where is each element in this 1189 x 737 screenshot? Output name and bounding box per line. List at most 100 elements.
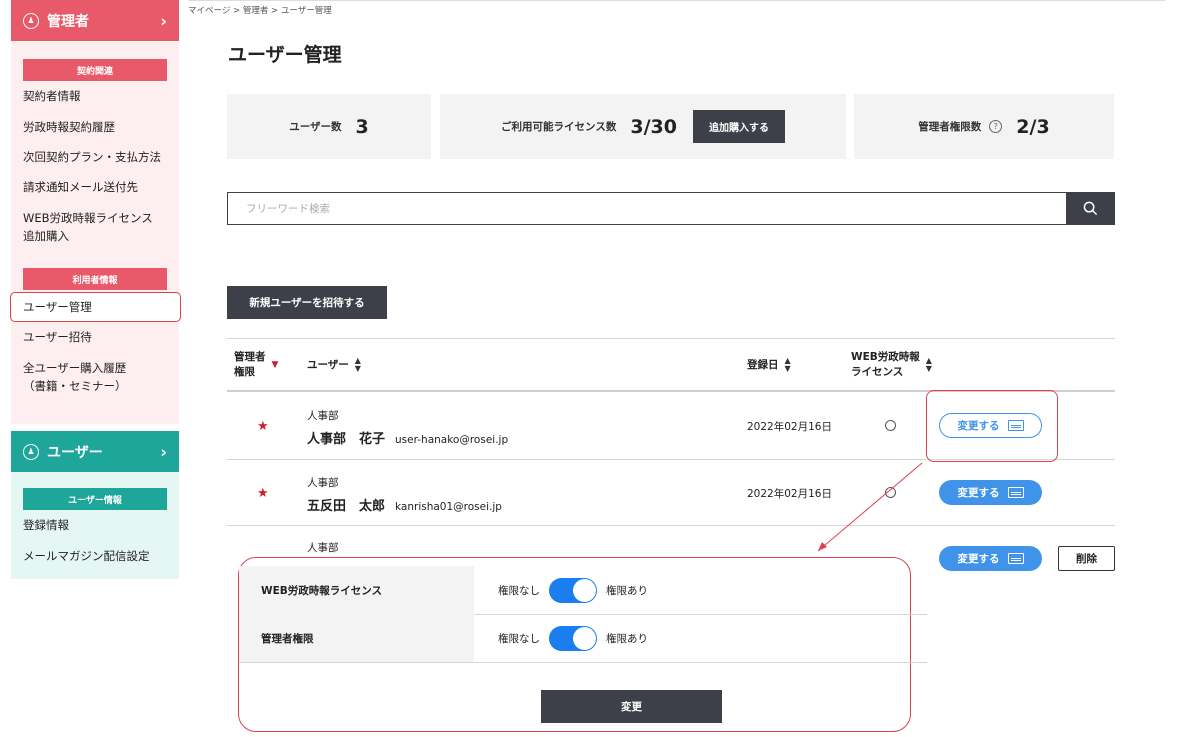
user-name: 人事部 花子 user-hanako@rosei.jp	[307, 428, 508, 447]
sort-toggle-icon[interactable]: ▲ ▼	[355, 357, 361, 373]
chevron-right-icon: ›	[160, 11, 167, 30]
window-icon	[1007, 487, 1024, 498]
stat-admin-count: 管理者権限数 ? 2/3	[854, 94, 1114, 159]
column-header-license-line1: WEB労政時報	[851, 351, 920, 363]
sidebar-user-title: ユーザー	[47, 444, 103, 461]
column-header-license[interactable]: WEB労政時報 ライセンス ▲ ▼	[851, 350, 932, 380]
column-header-admin-line2: 権限	[234, 366, 255, 378]
apply-change-button[interactable]: 変更	[541, 690, 722, 723]
sidebar-category-contract: 契約関連	[23, 59, 167, 81]
callout-highlight	[926, 390, 1058, 462]
permission-popup: WEB労政時報ライセンス 権限なし 権限あり 管理者権限 権限なし 権限あり 変…	[238, 557, 927, 732]
breadcrumb: マイページ > 管理者 > ユーザー管理	[188, 6, 332, 16]
license-toggle-group: 権限なし 権限あり	[498, 566, 648, 614]
admin-toggle-group: 権限なし 権限あり	[498, 614, 648, 662]
row-divider	[227, 525, 1115, 526]
sidebar-admin-header[interactable]: ♟ 管理者 ›	[11, 0, 179, 41]
header-divider	[188, 0, 1165, 1]
admin-toggle-switch[interactable]	[549, 625, 597, 651]
stat-user-count: ユーザー数 3	[227, 94, 431, 159]
help-icon[interactable]: ?	[989, 120, 1003, 133]
toggle-knob	[573, 578, 596, 602]
buy-license-button[interactable]: 追加購入する	[692, 110, 785, 143]
table-top-border	[227, 338, 1115, 339]
column-header-date[interactable]: 登録日 ▲ ▼	[747, 357, 791, 373]
user-name-text: 五反田 太郎	[307, 499, 386, 514]
license-circle-icon	[885, 487, 896, 498]
column-header-admin-line1: 管理者	[234, 351, 266, 363]
popup-divider	[239, 662, 927, 663]
toggle-knob	[573, 626, 596, 650]
change-button[interactable]: 変更する	[939, 480, 1042, 505]
chevron-right-icon: ›	[160, 442, 167, 461]
column-header-admin[interactable]: 管理者 権限 ▼	[234, 350, 278, 380]
stat-license-value: 3/30	[630, 115, 677, 138]
license-circle-icon	[885, 420, 896, 431]
user-name: 五反田 太郎 kanrisha01@rosei.jp	[307, 495, 502, 514]
sidebar-item-web-license-line1: WEB労政時報ライセンス	[23, 211, 153, 225]
stat-admin-label: 管理者権限数	[918, 121, 982, 133]
popup-row-admin: 管理者権限 権限なし 権限あり	[239, 614, 927, 662]
stat-user-count-label: ユーザー数	[289, 121, 342, 133]
toggle-on-label: 権限あり	[606, 632, 648, 645]
admin-star-icon: ★	[257, 419, 269, 434]
delete-button[interactable]: 削除	[1058, 546, 1115, 571]
column-header-user[interactable]: ユーザー ▲ ▼	[307, 357, 361, 373]
stat-license-label: ご利用可能ライセンス数	[501, 121, 617, 133]
toggle-off-label: 権限なし	[498, 632, 540, 645]
column-header-date-label: 登録日	[747, 358, 779, 371]
search-icon	[1083, 201, 1097, 216]
admin-user-icon: ♟	[23, 12, 39, 29]
toggle-on-label: 権限あり	[606, 584, 648, 597]
search-button[interactable]	[1066, 193, 1114, 224]
sidebar-item-registration[interactable]: 登録情報	[23, 516, 69, 534]
sort-toggle-icon[interactable]: ▲ ▼	[785, 357, 791, 373]
search-bar	[227, 192, 1115, 225]
user-department: 人事部	[307, 410, 339, 422]
sidebar-category-users: 利用者情報	[23, 268, 167, 290]
sidebar-item-contract-history[interactable]: 労政時報契約履歴	[23, 118, 115, 136]
sort-desc-icon[interactable]: ▼	[272, 361, 279, 370]
sidebar-admin-title: 管理者	[47, 13, 89, 30]
sidebar-item-web-license-line2: 追加購入	[23, 229, 69, 243]
popup-label-admin: 管理者権限	[239, 614, 474, 662]
sidebar-item-purchase-history-line1: 全ユーザー購入履歴	[23, 361, 127, 375]
popup-row-license: WEB労政時報ライセンス 権限なし 権限あり	[239, 566, 927, 614]
column-header-license-line2: ライセンス	[851, 366, 904, 378]
toggle-off-label: 権限なし	[498, 584, 540, 597]
change-button[interactable]: 変更する	[939, 546, 1042, 571]
column-header-user-label: ユーザー	[307, 358, 349, 371]
window-icon	[1007, 553, 1024, 564]
sidebar-category-user-info: ユーザー情報	[23, 488, 167, 510]
admin-star-icon: ★	[257, 486, 269, 501]
sidebar-item-purchase-history-line2: （書籍・セミナー）	[23, 379, 127, 393]
change-button-label: 変更する	[957, 553, 1000, 565]
sidebar-item-user-invite[interactable]: ユーザー招待	[23, 328, 92, 346]
sidebar-item-purchase-history[interactable]: 全ユーザー購入履歴 （書籍・セミナー）	[23, 359, 127, 395]
sidebar-item-billing-email[interactable]: 請求通知メール送付先	[23, 178, 138, 196]
stat-user-count-value: 3	[355, 115, 369, 138]
sidebar-item-contractor-info[interactable]: 契約者情報	[23, 87, 81, 105]
invite-user-button[interactable]: 新規ユーザーを招待する	[227, 286, 387, 319]
sort-toggle-icon[interactable]: ▲ ▼	[926, 357, 932, 373]
registration-date: 2022年02月16日	[747, 488, 832, 500]
sidebar-item-newsletter[interactable]: メールマガジン配信設定	[23, 547, 150, 565]
user-name-text: 人事部 花子	[307, 432, 386, 447]
stat-license-count: ご利用可能ライセンス数 3/30 追加購入する	[440, 94, 846, 159]
popup-label-license: WEB労政時報ライセンス	[239, 566, 474, 614]
user-email: kanrisha01@rosei.jp	[395, 501, 502, 513]
user-email: user-hanako@rosei.jp	[395, 434, 509, 446]
user-icon: ♟	[23, 443, 39, 460]
sidebar-item-next-plan[interactable]: 次回契約プラン・支払方法	[23, 148, 161, 166]
page-title: ユーザー管理	[228, 44, 342, 66]
sidebar-user-header[interactable]: ♟ ユーザー ›	[11, 431, 179, 472]
registration-date: 2022年02月16日	[747, 421, 832, 433]
search-input[interactable]	[228, 193, 1066, 224]
user-department: 人事部	[307, 477, 339, 489]
stat-admin-value: 2/3	[1016, 115, 1050, 138]
license-toggle-switch[interactable]	[549, 577, 597, 603]
user-department: 人事部	[307, 542, 339, 554]
sidebar-item-user-management[interactable]: ユーザー管理	[10, 292, 181, 322]
sidebar-item-web-license[interactable]: WEB労政時報ライセンス 追加購入	[23, 209, 153, 245]
change-button-label: 変更する	[957, 487, 1000, 499]
